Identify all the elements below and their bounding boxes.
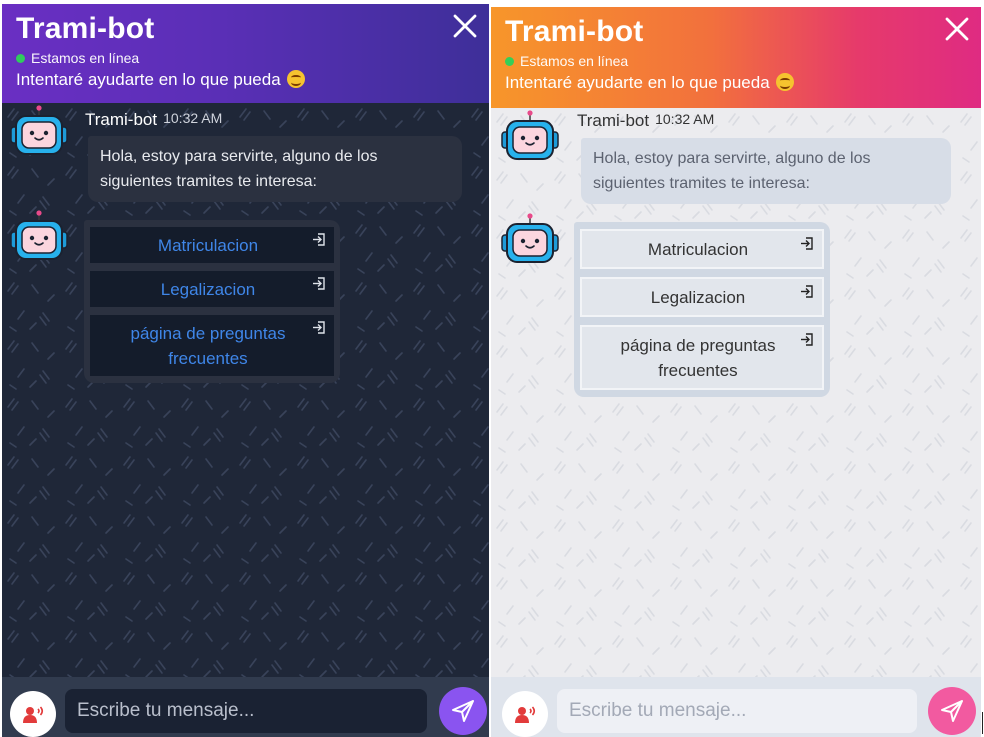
online-status: Estamos en línea — [16, 50, 475, 66]
close-icon[interactable] — [451, 12, 479, 40]
chat-area[interactable]: Trami-bot 10:32 AM Hola, estoy para servi… — [491, 108, 981, 677]
message-header: Trami-bot 10:32 AM — [577, 111, 714, 131]
option-legalizacion[interactable]: Legalizacion — [90, 271, 334, 307]
option-label: página de preguntas frecuentes — [130, 324, 286, 368]
online-dot — [16, 53, 25, 63]
chat-header: Trami-bot Estamos en línea Intentaré ayu… — [2, 4, 489, 103]
send-icon — [940, 699, 964, 723]
voice-icon — [23, 705, 45, 723]
send-button[interactable] — [928, 687, 976, 735]
option-label: página de preguntas frecuentes — [620, 336, 776, 380]
options-card: Matriculacion Legalizacion página de pre… — [84, 220, 340, 383]
option-label: Legalizacion — [650, 288, 746, 307]
bot-title: Trami-bot — [16, 12, 155, 45]
chat-widget-light: Trami-bot Estamos en línea Intentaré ayu… — [491, 7, 981, 737]
header-subtitle-text: Intentaré ayudarte en lo que pueda — [505, 73, 770, 92]
send-button[interactable] — [439, 687, 487, 735]
option-preguntas-frecuentes[interactable]: página de preguntas frecuentes — [90, 315, 334, 376]
header-subtitle-text: Intentaré ayudarte en lo que pueda — [16, 70, 281, 89]
message-time: 10:32 AM — [163, 110, 223, 126]
chat-header: Trami-bot Estamos en línea Intentaré ayu… — [491, 7, 981, 108]
chat-area[interactable]: Trami-bot 10:32 AM Hola, estoy para servi… — [2, 103, 489, 677]
online-status-text: Estamos en línea — [520, 53, 629, 69]
robot-icon — [8, 105, 70, 161]
message-input[interactable] — [557, 689, 917, 733]
send-icon — [451, 699, 475, 723]
option-matriculacion[interactable]: Matriculacion — [90, 227, 334, 263]
message-bubble: Hola, estoy para servirte, alguno de los… — [88, 136, 462, 202]
smiling-face-icon — [775, 73, 794, 91]
voice-button[interactable] — [502, 691, 548, 737]
option-label: Matriculacion — [157, 236, 259, 255]
message-input[interactable] — [65, 689, 427, 733]
message-author: Trami-bot — [577, 111, 650, 130]
chat-widget-dark: Trami-bot Estamos en línea Intentaré ayu… — [2, 4, 489, 737]
message-bubble: Hola, estoy para servirte, alguno de los… — [581, 138, 951, 204]
smiling-face-icon — [286, 70, 305, 88]
message-author: Trami-bot — [85, 110, 158, 129]
chat-footer — [2, 677, 489, 737]
options-card: Matriculacion Legalizacion página de pre… — [574, 222, 830, 397]
login-icon — [312, 321, 326, 334]
header-subtitle: Intentaré ayudarte en lo que pueda — [505, 73, 967, 93]
header-subtitle: Intentaré ayudarte en lo que pueda — [16, 70, 475, 90]
message-header: Trami-bot 10:32 AM — [85, 110, 222, 130]
login-icon — [800, 333, 814, 346]
robot-icon — [499, 110, 561, 166]
online-dot — [505, 56, 514, 66]
option-matriculacion[interactable]: Matriculacion — [580, 229, 824, 269]
robot-icon — [8, 210, 70, 266]
login-icon — [800, 237, 814, 250]
close-icon[interactable] — [943, 15, 971, 43]
message-time: 10:32 AM — [655, 111, 715, 127]
login-icon — [312, 277, 326, 290]
option-label: Matriculacion — [647, 240, 749, 259]
login-icon — [800, 285, 814, 298]
voice-button[interactable] — [10, 691, 56, 737]
text-cursor — [982, 712, 983, 734]
robot-icon — [499, 213, 561, 269]
option-legalizacion[interactable]: Legalizacion — [580, 277, 824, 317]
login-icon — [312, 233, 326, 246]
online-status: Estamos en línea — [505, 53, 967, 69]
bot-title: Trami-bot — [505, 15, 644, 48]
online-status-text: Estamos en línea — [31, 50, 140, 66]
voice-icon — [515, 705, 537, 723]
chat-footer — [491, 677, 981, 737]
option-preguntas-frecuentes[interactable]: página de preguntas frecuentes — [580, 325, 824, 390]
option-label: Legalizacion — [160, 280, 256, 299]
